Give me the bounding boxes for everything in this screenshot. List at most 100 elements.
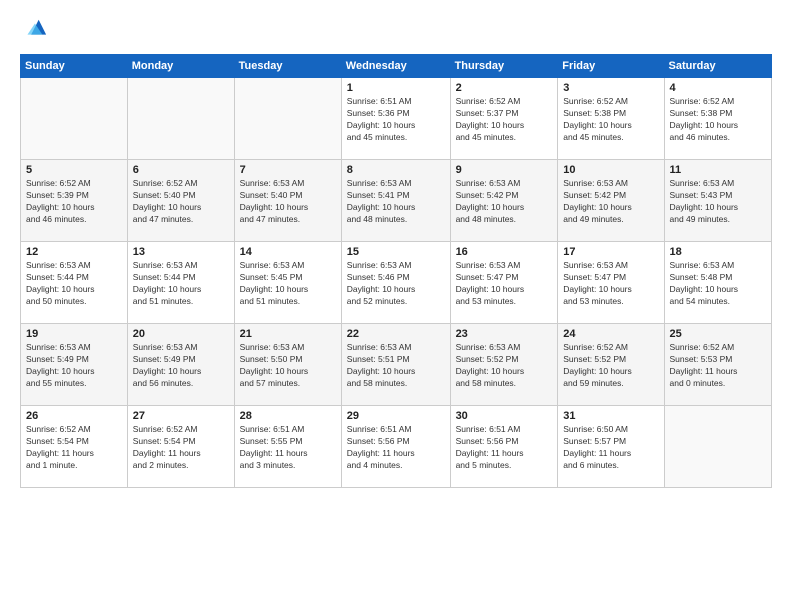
day-info: Sunrise: 6:53 AM Sunset: 5:42 PM Dayligh…: [563, 178, 658, 226]
calendar-cell: 15Sunrise: 6:53 AM Sunset: 5:46 PM Dayli…: [341, 242, 450, 324]
day-info: Sunrise: 6:52 AM Sunset: 5:52 PM Dayligh…: [563, 342, 658, 390]
day-number: 14: [240, 246, 336, 258]
day-number: 31: [563, 410, 658, 422]
day-number: 5: [26, 164, 122, 176]
day-number: 1: [347, 82, 445, 94]
calendar-cell: 14 Sunrise: 6:53 AM Sunset: 5:45 PM Dayli…: [234, 242, 341, 324]
calendar-cell: 23Sunrise: 6:53 AM Sunset: 5:52 PM Dayli…: [450, 324, 558, 406]
day-number: 26: [26, 410, 122, 422]
day-number: 27: [133, 410, 229, 422]
day-info: Sunrise: 6:50 AM Sunset: 5:57 PM Dayligh…: [563, 424, 658, 472]
page: SundayMondayTuesdayWednesdayThursdayFrid…: [0, 0, 792, 612]
weekday-header-sunday: Sunday: [21, 55, 128, 78]
day-number: 4: [670, 82, 766, 94]
calendar-cell: 30 Sunrise: 6:51 AM Sunset: 5:56 PM Dayli…: [450, 406, 558, 488]
day-info: Sunrise: 6:52 AM Sunset: 5:40 PM Dayligh…: [133, 178, 229, 226]
calendar-cell: 1 Sunrise: 6:51 AM Sunset: 5:36 PM Daylig…: [341, 78, 450, 160]
calendar-cell: 26 Sunrise: 6:52 AM Sunset: 5:54 PM Dayli…: [21, 406, 128, 488]
day-info: Sunrise: 6:52 AM Sunset: 5:38 PM Dayligh…: [563, 96, 658, 144]
day-number: 7: [240, 164, 336, 176]
day-number: 16: [456, 246, 553, 258]
calendar-cell: 20Sunrise: 6:53 AM Sunset: 5:49 PM Dayli…: [127, 324, 234, 406]
day-info: Sunrise: 6:51 AM Sunset: 5:36 PM Dayligh…: [347, 96, 445, 144]
weekday-header-tuesday: Tuesday: [234, 55, 341, 78]
calendar-cell: 11 Sunrise: 6:53 AM Sunset: 5:43 PM Dayli…: [664, 160, 771, 242]
calendar-cell: [127, 78, 234, 160]
calendar-cell: 18 Sunrise: 6:53 AM Sunset: 5:48 PM Dayli…: [664, 242, 771, 324]
day-number: 3: [563, 82, 658, 94]
calendar-cell: 3 Sunrise: 6:52 AM Sunset: 5:38 PM Daylig…: [558, 78, 664, 160]
day-info: Sunrise: 6:53 AM Sunset: 5:48 PM Dayligh…: [670, 260, 766, 308]
calendar-cell: [664, 406, 771, 488]
calendar-cell: 24 Sunrise: 6:52 AM Sunset: 5:52 PM Dayli…: [558, 324, 664, 406]
calendar-week-row: 19Sunrise: 6:53 AM Sunset: 5:49 PM Dayli…: [21, 324, 772, 406]
calendar-cell: 27 Sunrise: 6:52 AM Sunset: 5:54 PM Dayli…: [127, 406, 234, 488]
calendar-cell: [234, 78, 341, 160]
logo-icon: [20, 16, 48, 44]
calendar-week-row: 26 Sunrise: 6:52 AM Sunset: 5:54 PM Dayli…: [21, 406, 772, 488]
day-number: 9: [456, 164, 553, 176]
calendar-week-row: 5 Sunrise: 6:52 AM Sunset: 5:39 PM Daylig…: [21, 160, 772, 242]
day-number: 18: [670, 246, 766, 258]
day-info: Sunrise: 6:53 AM Sunset: 5:44 PM Dayligh…: [26, 260, 122, 308]
day-info: Sunrise: 6:52 AM Sunset: 5:37 PM Dayligh…: [456, 96, 553, 144]
calendar-cell: 25 Sunrise: 6:52 AM Sunset: 5:53 PM Dayli…: [664, 324, 771, 406]
weekday-header-wednesday: Wednesday: [341, 55, 450, 78]
day-info: Sunrise: 6:53 AM Sunset: 5:40 PM Dayligh…: [240, 178, 336, 226]
day-number: 30: [456, 410, 553, 422]
day-info: Sunrise: 6:53 AM Sunset: 5:49 PM Dayligh…: [133, 342, 229, 390]
day-number: 8: [347, 164, 445, 176]
day-info: Sunrise: 6:51 AM Sunset: 5:55 PM Dayligh…: [240, 424, 336, 472]
weekday-header-monday: Monday: [127, 55, 234, 78]
calendar-week-row: 12 Sunrise: 6:53 AM Sunset: 5:44 PM Dayli…: [21, 242, 772, 324]
day-info: Sunrise: 6:51 AM Sunset: 5:56 PM Dayligh…: [347, 424, 445, 472]
calendar-cell: [21, 78, 128, 160]
day-info: Sunrise: 6:53 AM Sunset: 5:43 PM Dayligh…: [670, 178, 766, 226]
weekday-header-row: SundayMondayTuesdayWednesdayThursdayFrid…: [21, 55, 772, 78]
day-info: Sunrise: 6:53 AM Sunset: 5:47 PM Dayligh…: [563, 260, 658, 308]
calendar-cell: 13 Sunrise: 6:53 AM Sunset: 5:44 PM Dayli…: [127, 242, 234, 324]
day-info: Sunrise: 6:52 AM Sunset: 5:39 PM Dayligh…: [26, 178, 122, 226]
logo: [20, 16, 52, 44]
calendar-cell: 9 Sunrise: 6:53 AM Sunset: 5:42 PM Daylig…: [450, 160, 558, 242]
day-info: Sunrise: 6:53 AM Sunset: 5:45 PM Dayligh…: [240, 260, 336, 308]
day-number: 25: [670, 328, 766, 340]
calendar-cell: 6 Sunrise: 6:52 AM Sunset: 5:40 PM Daylig…: [127, 160, 234, 242]
day-info: Sunrise: 6:53 AM Sunset: 5:42 PM Dayligh…: [456, 178, 553, 226]
day-info: Sunrise: 6:52 AM Sunset: 5:53 PM Dayligh…: [670, 342, 766, 390]
day-info: Sunrise: 6:53 AM Sunset: 5:49 PM Dayligh…: [26, 342, 122, 390]
weekday-header-friday: Friday: [558, 55, 664, 78]
header: [20, 16, 772, 44]
day-number: 28: [240, 410, 336, 422]
day-number: 13: [133, 246, 229, 258]
day-number: 12: [26, 246, 122, 258]
day-info: Sunrise: 6:53 AM Sunset: 5:44 PM Dayligh…: [133, 260, 229, 308]
calendar-cell: 5 Sunrise: 6:52 AM Sunset: 5:39 PM Daylig…: [21, 160, 128, 242]
day-number: 29: [347, 410, 445, 422]
calendar-cell: 16Sunrise: 6:53 AM Sunset: 5:47 PM Dayli…: [450, 242, 558, 324]
day-number: 6: [133, 164, 229, 176]
calendar-cell: 28 Sunrise: 6:51 AM Sunset: 5:55 PM Dayli…: [234, 406, 341, 488]
calendar: SundayMondayTuesdayWednesdayThursdayFrid…: [20, 54, 772, 488]
day-number: 22: [347, 328, 445, 340]
day-info: Sunrise: 6:51 AM Sunset: 5:56 PM Dayligh…: [456, 424, 553, 472]
calendar-cell: 31 Sunrise: 6:50 AM Sunset: 5:57 PM Dayli…: [558, 406, 664, 488]
day-info: Sunrise: 6:52 AM Sunset: 5:54 PM Dayligh…: [133, 424, 229, 472]
calendar-cell: 22 Sunrise: 6:53 AM Sunset: 5:51 PM Dayli…: [341, 324, 450, 406]
day-info: Sunrise: 6:53 AM Sunset: 5:50 PM Dayligh…: [240, 342, 336, 390]
calendar-cell: 19Sunrise: 6:53 AM Sunset: 5:49 PM Dayli…: [21, 324, 128, 406]
calendar-cell: 17Sunrise: 6:53 AM Sunset: 5:47 PM Dayli…: [558, 242, 664, 324]
day-number: 2: [456, 82, 553, 94]
day-info: Sunrise: 6:53 AM Sunset: 5:51 PM Dayligh…: [347, 342, 445, 390]
day-info: Sunrise: 6:52 AM Sunset: 5:54 PM Dayligh…: [26, 424, 122, 472]
day-number: 24: [563, 328, 658, 340]
day-info: Sunrise: 6:53 AM Sunset: 5:41 PM Dayligh…: [347, 178, 445, 226]
day-number: 11: [670, 164, 766, 176]
calendar-cell: 10Sunrise: 6:53 AM Sunset: 5:42 PM Dayli…: [558, 160, 664, 242]
day-number: 23: [456, 328, 553, 340]
calendar-cell: 8 Sunrise: 6:53 AM Sunset: 5:41 PM Daylig…: [341, 160, 450, 242]
calendar-cell: 7 Sunrise: 6:53 AM Sunset: 5:40 PM Daylig…: [234, 160, 341, 242]
day-info: Sunrise: 6:53 AM Sunset: 5:46 PM Dayligh…: [347, 260, 445, 308]
weekday-header-thursday: Thursday: [450, 55, 558, 78]
day-number: 21: [240, 328, 336, 340]
